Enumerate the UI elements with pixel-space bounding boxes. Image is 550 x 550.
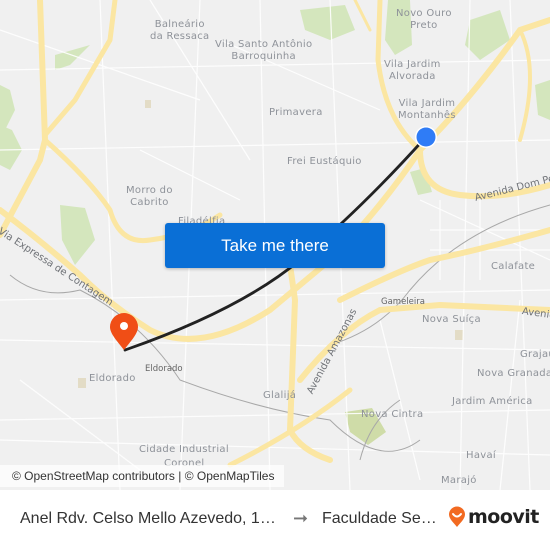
place-label: Eldorado	[89, 373, 136, 384]
place-label: Nova Granada	[477, 368, 550, 379]
park-area	[0, 125, 22, 170]
place-label: Balneário da Ressaca	[150, 19, 210, 42]
map-canvas[interactable]: Balneário da Ressaca Vila Santo Antônio Ba…	[0, 0, 550, 490]
place-label: Primavera	[269, 107, 323, 118]
place-label: Frei Eustáquio	[287, 156, 362, 167]
place-label: Cidade Industrial	[139, 444, 229, 455]
take-me-there-button[interactable]: Take me there	[165, 223, 385, 268]
place-label: Glalijá	[263, 390, 297, 401]
place-label: Havaí	[466, 450, 496, 461]
place-label: Vila Jardim Montanhês	[398, 98, 456, 121]
place-label: Calafate	[491, 261, 536, 272]
place-label: Nova Suíça	[422, 314, 481, 325]
destination-name: Faculdade Se…	[322, 510, 437, 527]
map-attribution[interactable]: © OpenStreetMap contributors | © OpenMap…	[0, 465, 285, 487]
place-label: Grajaú	[520, 349, 550, 360]
park-area	[455, 330, 463, 340]
park-area	[535, 80, 550, 120]
place-label: Novo Ouro Preto	[396, 8, 452, 31]
place-label: Vila Santo Antônio Barroquinha	[215, 39, 313, 62]
place-label: Gameleira	[381, 297, 425, 307]
park-area	[145, 100, 151, 108]
moovit-logo[interactable]: moovit	[448, 506, 539, 528]
moovit-wordmark: moovit	[468, 506, 539, 528]
route-footer: Anel Rdv. Celso Mello Azevedo, 1… ➞ Facu…	[0, 490, 550, 550]
place-label: Vila Jardim Alvorada	[384, 59, 441, 82]
place-label: Eldorado	[145, 364, 183, 374]
place-label: Nova Cintra	[361, 409, 424, 420]
arrow-right-icon: ➞	[293, 508, 309, 528]
origin-marker-icon	[415, 126, 437, 148]
place-label: Morro do Cabrito	[126, 185, 173, 208]
origin-stop-name: Anel Rdv. Celso Mello Azevedo, 1…	[20, 510, 276, 527]
park-area	[55, 45, 90, 70]
moovit-pin-icon	[449, 506, 465, 527]
park-area	[300, 5, 355, 40]
park-area	[60, 205, 95, 265]
place-label: Jardim América	[452, 396, 533, 407]
park-area	[78, 378, 86, 388]
place-label: Marajó	[441, 475, 477, 486]
